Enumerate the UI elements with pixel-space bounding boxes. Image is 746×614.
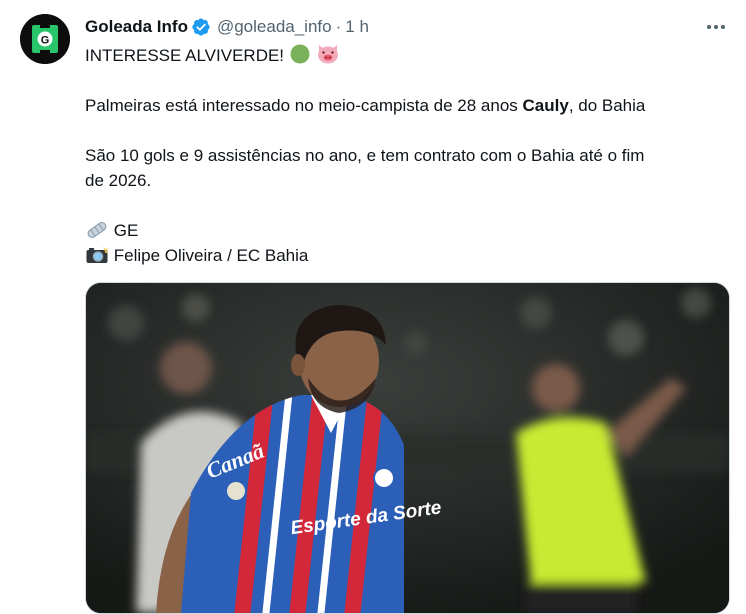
tweet-header: Goleada Info @goleada_info · 1 h (85, 15, 369, 39)
timestamp[interactable]: 1 h (345, 17, 369, 37)
photo-credit-line: Felipe Oliveira / EC Bahia (85, 243, 730, 268)
separator-dot: · (335, 17, 342, 36)
pig-face-icon (317, 45, 338, 64)
camera-flash-icon (86, 246, 109, 263)
paragraph-1: Palmeiras está interessado no meio-campi… (85, 93, 730, 118)
tweet[interactable]: G Goleada Info @goleada_info · 1 h INTER… (0, 0, 746, 614)
author-name[interactable]: Goleada Info (85, 17, 188, 37)
more-options-button[interactable] (700, 14, 732, 40)
player-photo-illustration: Canaã Esporte da Sorte (86, 283, 729, 613)
headline: INTERESSE ALVIVERDE! (85, 46, 285, 65)
paragraph-2-line-2: de 2026. (85, 171, 152, 190)
more-dot (714, 25, 718, 29)
headline-line: INTERESSE ALVIVERDE! (85, 43, 730, 68)
source-line: GE (85, 218, 730, 243)
credits: GE Felipe Oliveira / EC Bahia (85, 218, 730, 268)
verified-badge-icon[interactable] (191, 17, 211, 37)
paragraph-2: São 10 gols e 9 assistências no ano, e t… (85, 143, 730, 193)
author-handle[interactable]: @goleada_info (217, 17, 332, 37)
paragraph-1-tail: , do Bahia (568, 96, 646, 115)
paragraph-1-text: Palmeiras está interessado no meio-campi… (85, 96, 523, 115)
newspaper-roll-icon (87, 222, 107, 238)
goleada-g-logo-icon: G (20, 14, 70, 64)
source-text: GE (113, 221, 139, 240)
svg-text:G: G (41, 35, 50, 47)
paragraph-2-line-1: São 10 gols e 9 assistências no ano, e t… (85, 146, 645, 165)
avatar[interactable]: G (20, 14, 70, 64)
tweet-text: INTERESSE ALVIVERDE! Palmeiras está inte… (85, 43, 730, 268)
photo-credit-text: Felipe Oliveira / EC Bahia (113, 246, 309, 265)
player-name: Cauly (522, 96, 569, 115)
green-circle-icon (290, 44, 310, 64)
more-dot (721, 25, 725, 29)
more-dot (707, 25, 711, 29)
tweet-photo[interactable]: Canaã Esporte da Sorte (85, 282, 730, 614)
